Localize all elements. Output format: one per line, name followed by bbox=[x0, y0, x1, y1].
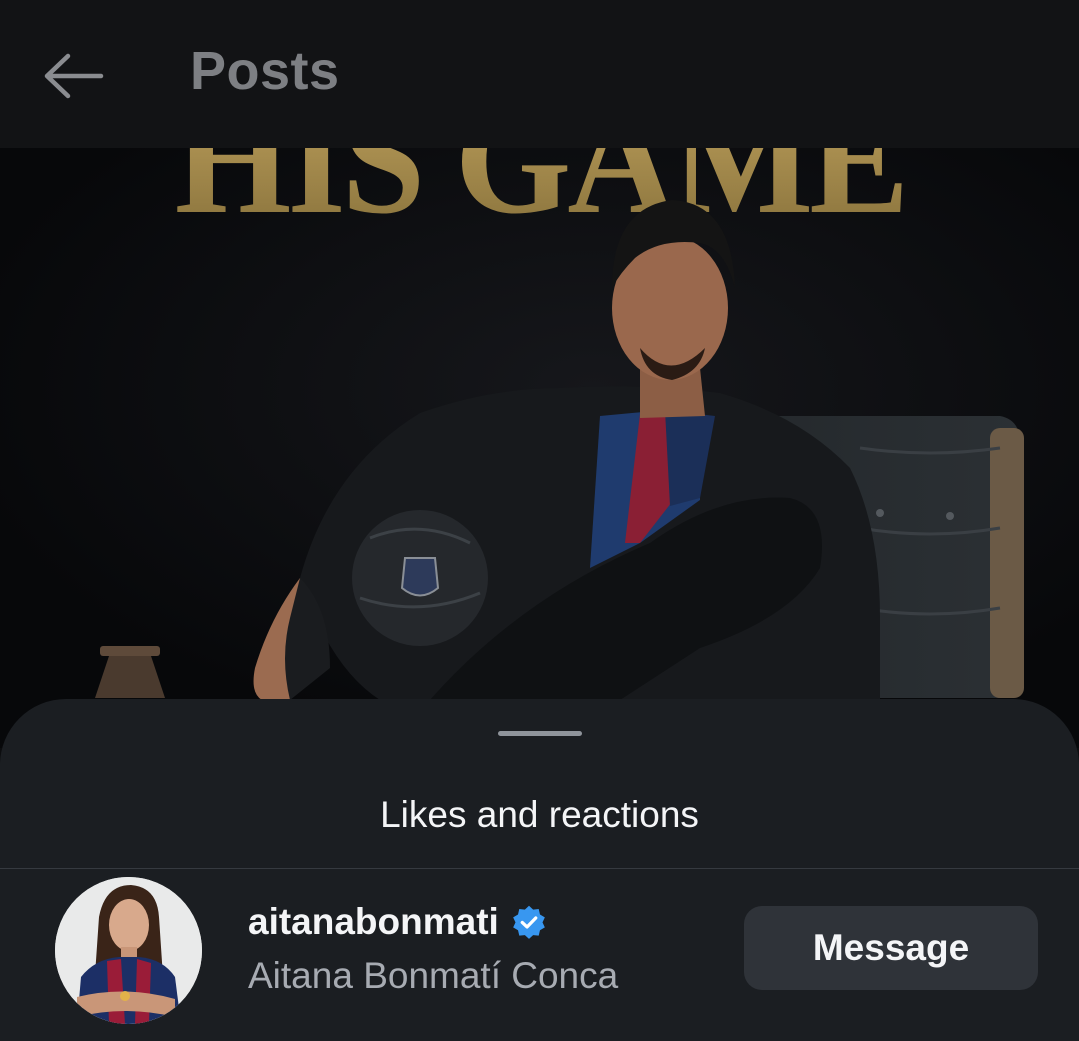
list-item[interactable]: aitanabonmati Aitana Bonmatí Conca Messa… bbox=[0, 869, 1079, 1041]
sheet-title: Likes and reactions bbox=[380, 794, 699, 835]
likes-bottom-sheet: Likes and reactions aitanabonmati Aitana… bbox=[0, 699, 1079, 1041]
back-button[interactable] bbox=[40, 46, 106, 106]
page-title: Posts bbox=[190, 41, 340, 101]
top-bar: Posts bbox=[0, 0, 1079, 148]
full-name: Aitana Bonmatí Conca bbox=[248, 955, 619, 996]
arrow-left-icon bbox=[44, 53, 104, 99]
username[interactable]: aitanabonmati bbox=[248, 901, 499, 943]
drag-handle[interactable] bbox=[498, 731, 582, 736]
post-headline-text: HIS GAME bbox=[175, 148, 906, 247]
post-image[interactable]: HIS GAME bbox=[0, 148, 1079, 748]
side-table bbox=[95, 646, 165, 698]
football bbox=[352, 510, 488, 646]
message-button[interactable]: Message bbox=[744, 906, 1038, 990]
avatar[interactable] bbox=[55, 877, 202, 1024]
verified-badge-icon bbox=[512, 905, 545, 939]
username-line: aitanabonmati bbox=[248, 901, 547, 943]
